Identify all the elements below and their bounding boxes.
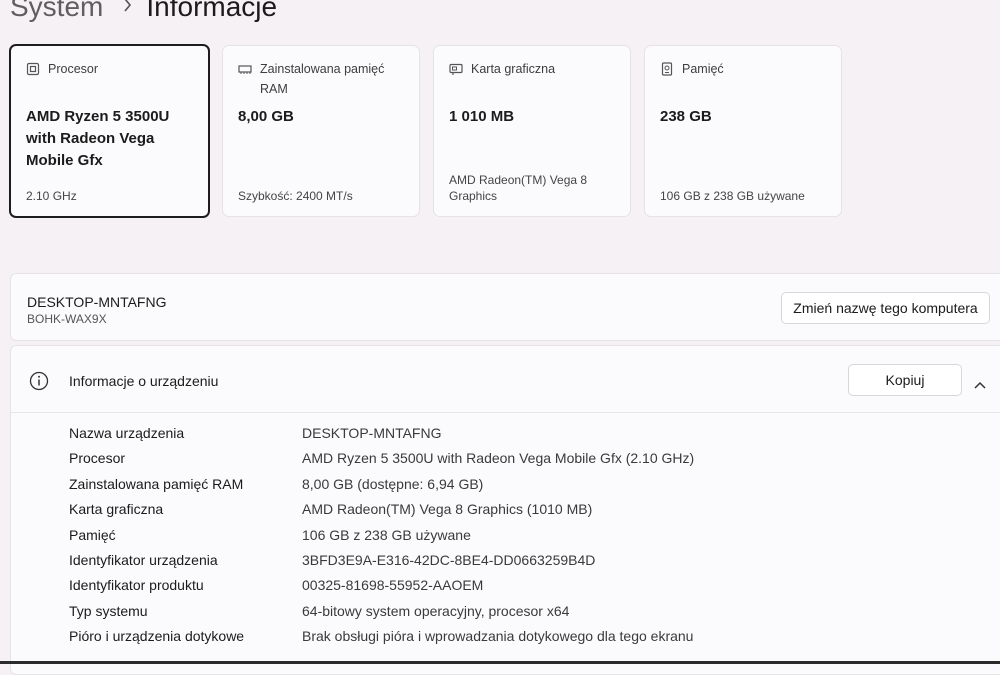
- spec-key: Pamięć: [69, 527, 116, 543]
- breadcrumb: System Informacje: [10, 0, 277, 23]
- spec-value: 106 GB z 238 GB używane: [302, 527, 471, 543]
- spec-value: DESKTOP-MNTAFNG: [302, 425, 442, 441]
- page-title: Informacje: [146, 0, 278, 22]
- processor-card-sub: 2.10 GHz: [26, 189, 77, 203]
- spec-value: 8,00 GB (dostępne: 6,94 GB): [302, 476, 484, 492]
- spec-value: 64-bitowy system operacyjny, procesor x6…: [302, 603, 570, 619]
- device-specs-title: Informacje o urządzeniu: [69, 373, 219, 389]
- spec-key: Identyfikator urządzenia: [69, 552, 218, 568]
- rename-computer-button[interactable]: Zmień nazwę tego komputera: [781, 292, 990, 324]
- spec-value: AMD Ryzen 5 3500U with Radeon Vega Mobil…: [302, 450, 695, 466]
- spec-key: Pióro i urządzenia dotykowe: [69, 628, 245, 644]
- ram-card[interactable]: Zainstalowana pamięć RAM 8,00 GB Szybkoś…: [222, 45, 420, 217]
- processor-card-label: Procesor: [48, 62, 99, 76]
- spec-value: 00325-81698-55952-AAOEM: [302, 577, 484, 593]
- ram-icon: [238, 62, 252, 76]
- device-specs-header[interactable]: Informacje o urządzeniu Kopiuj: [11, 346, 1000, 414]
- chevron-right-icon: [123, 0, 132, 17]
- device-specs-panel: Informacje o urządzeniu Kopiuj Nazwa urz…: [10, 345, 1000, 675]
- cpu-icon: [26, 62, 40, 76]
- processor-card[interactable]: Procesor AMD Ryzen 5 3500U with Radeon V…: [9, 44, 210, 218]
- spec-key: Identyfikator produktu: [69, 577, 204, 593]
- spec-key: Nazwa urządzenia: [69, 425, 185, 441]
- copy-button[interactable]: Kopiuj: [848, 364, 962, 396]
- ram-card-sub: Szybkość: 2400 MT/s: [238, 189, 353, 203]
- storage-card-value: 238 GB: [660, 108, 712, 125]
- gpu-icon: [449, 62, 463, 76]
- storage-card-label: Pamięć: [682, 62, 724, 76]
- computer-name-panel: DESKTOP-MNTAFNG BOHK-WAX9X Zmień nazwę t…: [10, 273, 1000, 341]
- ram-card-label: Zainstalowana pamięć RAM: [260, 62, 385, 96]
- chevron-up-icon[interactable]: [974, 376, 986, 389]
- spec-key: Zainstalowana pamięć RAM: [69, 476, 244, 492]
- storage-card-sub: 106 GB z 238 GB używane: [660, 189, 805, 203]
- computer-model: BOHK-WAX9X: [27, 312, 107, 326]
- divider: [11, 412, 1000, 413]
- ram-card-value: 8,00 GB: [238, 108, 294, 125]
- gpu-card-value: 1 010 MB: [449, 108, 515, 125]
- spec-value: AMD Radeon(TM) Vega 8 Graphics (1010 MB): [302, 501, 593, 517]
- spec-key: Typ systemu: [69, 603, 148, 619]
- spec-key: Procesor: [69, 450, 126, 466]
- breadcrumb-system-link[interactable]: System: [10, 0, 103, 23]
- spec-key: Karta graficzna: [69, 501, 164, 517]
- storage-card[interactable]: Pamięć 238 GB 106 GB z 238 GB używane: [644, 45, 842, 217]
- computer-name: DESKTOP-MNTAFNG: [27, 294, 167, 310]
- gpu-card-label: Karta graficzna: [471, 62, 556, 76]
- processor-card-value: AMD Ryzen 5 3500U with Radeon Vega Mobil…: [26, 108, 170, 169]
- spec-value: Brak obsługi pióra i wprowadzania dotyko…: [302, 628, 694, 644]
- spec-value: 3BFD3E9A-E316-42DC-8BE4-DD0663259B4D: [302, 552, 596, 568]
- storage-icon: [660, 62, 674, 76]
- gpu-card[interactable]: Karta graficzna 1 010 MB AMD Radeon(TM) …: [433, 45, 631, 217]
- info-icon: [29, 371, 49, 391]
- gpu-card-sub: AMD Radeon(TM) Vega 8 Graphics: [449, 173, 588, 203]
